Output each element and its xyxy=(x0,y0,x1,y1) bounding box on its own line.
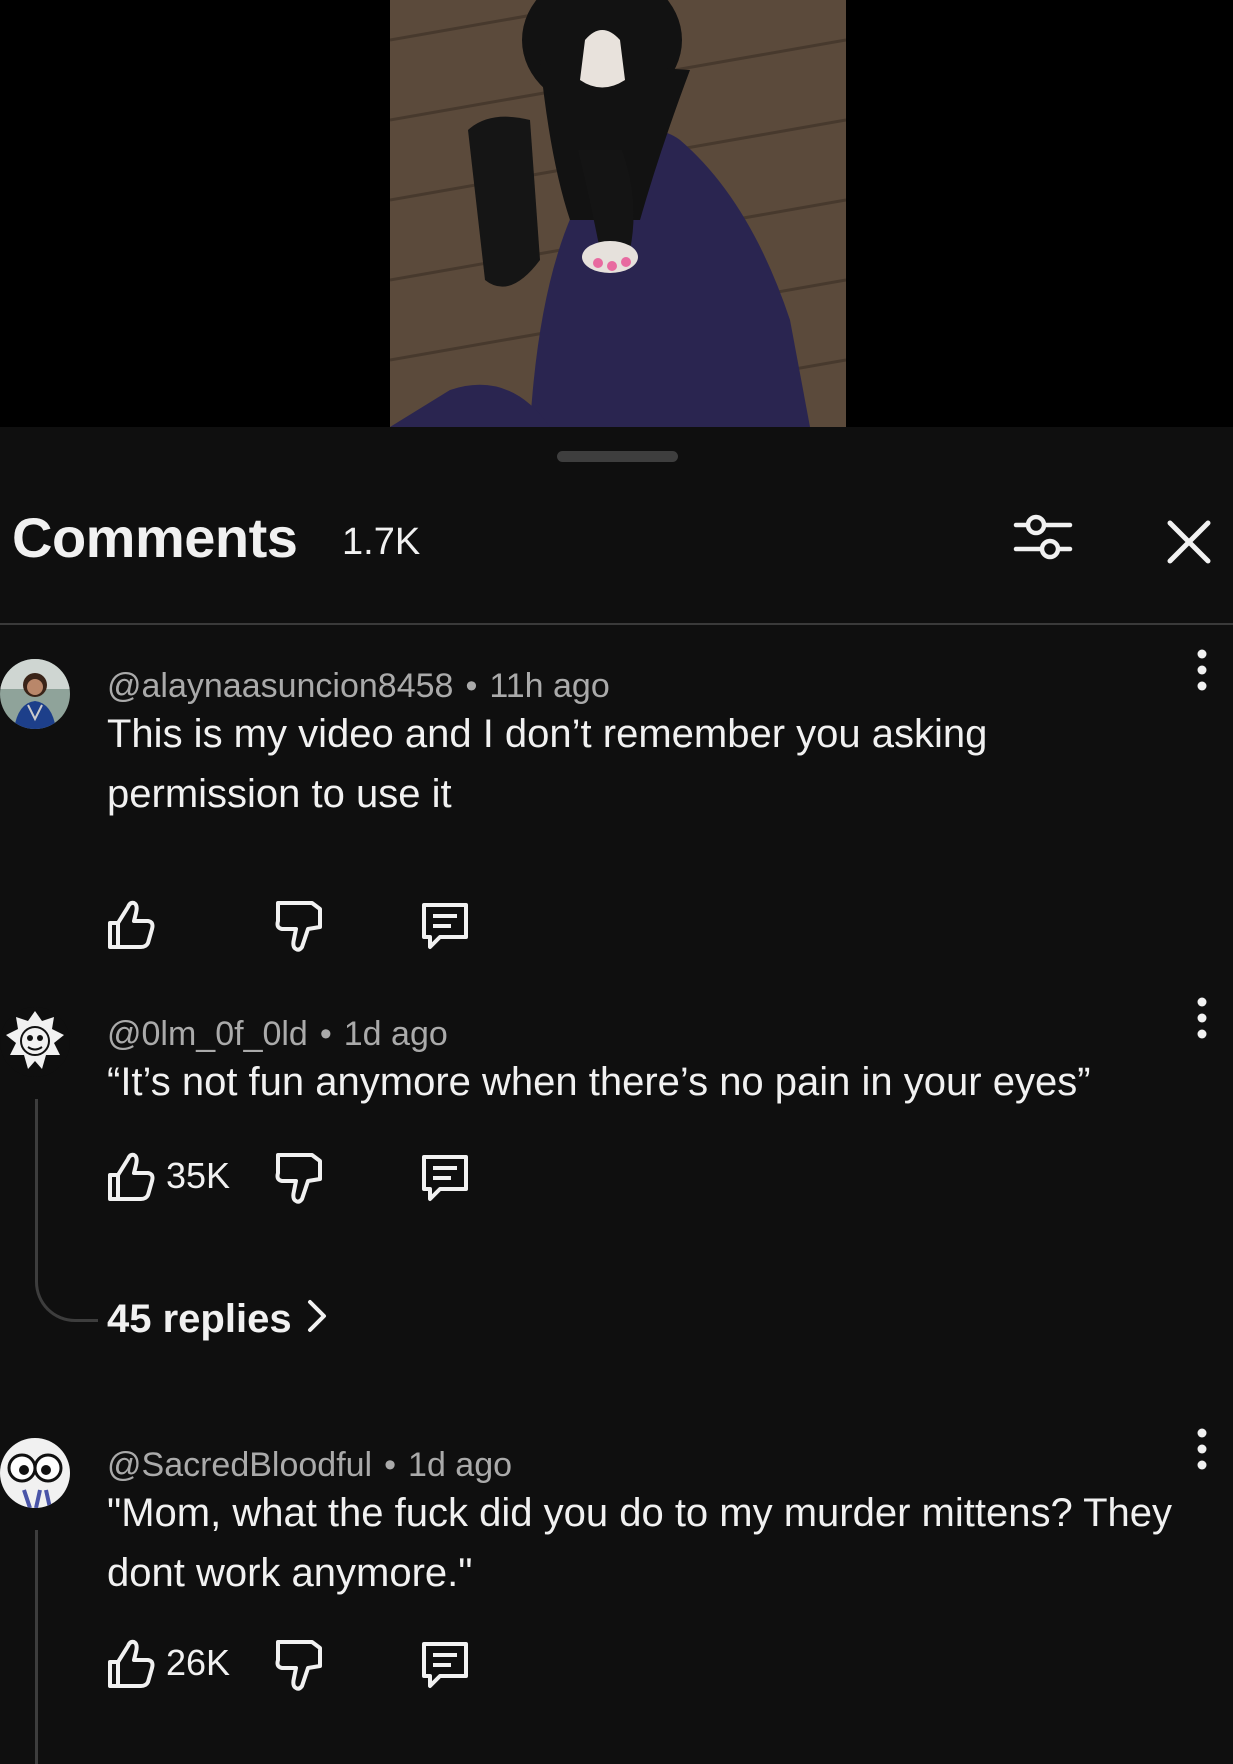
comments-title: Comments xyxy=(12,506,298,569)
replies-label: 45 replies xyxy=(107,1297,292,1341)
video-still-image xyxy=(390,0,846,427)
reply-button[interactable] xyxy=(418,1149,472,1205)
reply-icon xyxy=(418,1149,472,1205)
comment-actions: 26K xyxy=(104,1636,504,1692)
comment-meta: @alaynaasuncion8458 • 11h ago xyxy=(107,667,610,706)
meta-separator: • xyxy=(465,667,478,705)
comment-author[interactable]: @SacredBloodful xyxy=(107,1446,372,1484)
comment-actions xyxy=(104,897,504,953)
reply-button[interactable] xyxy=(418,897,472,953)
meta-separator: • xyxy=(319,1015,332,1053)
comment-text: “It’s not fun anymore when there’s no pa… xyxy=(107,1060,1091,1104)
comment-actions: 35K xyxy=(104,1149,504,1205)
comments-count: 1.7K xyxy=(342,521,421,563)
thumbs-down-icon xyxy=(272,1636,326,1692)
comment-text: This is my video and I don’t remember yo… xyxy=(107,712,988,816)
like-button[interactable]: 26K xyxy=(104,1636,264,1692)
comment-time: 1d ago xyxy=(343,1015,448,1053)
more-vert-icon[interactable] xyxy=(1187,643,1217,697)
reply-button[interactable] xyxy=(418,1636,472,1692)
thumbs-up-icon xyxy=(104,897,158,953)
more-vert-icon[interactable] xyxy=(1187,991,1217,1045)
like-button[interactable] xyxy=(104,897,158,953)
dislike-button[interactable] xyxy=(272,897,326,953)
comment-time: 1d ago xyxy=(408,1446,513,1484)
sliders-icon[interactable] xyxy=(1010,505,1076,571)
dislike-button[interactable] xyxy=(272,1149,326,1205)
avatar[interactable] xyxy=(0,1438,70,1508)
thread-line xyxy=(35,1099,38,1279)
comment-author[interactable]: @0lm_0f_0ld xyxy=(107,1015,308,1053)
dislike-button[interactable] xyxy=(272,1636,326,1692)
video-frame[interactable] xyxy=(390,0,846,427)
avatar[interactable] xyxy=(0,1007,70,1077)
more-vert-icon[interactable] xyxy=(1187,1422,1217,1476)
like-count: 26K xyxy=(166,1642,231,1683)
thumbs-down-icon xyxy=(272,897,326,953)
comment-meta: @0lm_0f_0ld • 1d ago xyxy=(107,1015,448,1054)
like-count: 35K xyxy=(166,1155,231,1196)
meta-separator: • xyxy=(384,1446,397,1484)
video-player[interactable] xyxy=(0,0,1233,427)
avatar[interactable] xyxy=(0,659,70,729)
like-button[interactable]: 35K xyxy=(104,1149,264,1205)
reply-icon xyxy=(418,1636,472,1692)
thumbs-down-icon xyxy=(272,1149,326,1205)
comment-text: "Mom, what the fuck did you do to my mur… xyxy=(107,1491,1173,1595)
thread-line xyxy=(35,1530,38,1764)
chevron-right-icon xyxy=(306,1298,328,1344)
replies-button[interactable]: 45 replies xyxy=(107,1297,328,1344)
header-divider xyxy=(0,623,1233,625)
comment-meta: @SacredBloodful • 1d ago xyxy=(107,1446,512,1485)
comment-time: 11h ago xyxy=(489,667,610,705)
comment-author[interactable]: @alaynaasuncion8458 xyxy=(107,667,453,705)
thread-connector xyxy=(35,1279,98,1322)
comments-sheet: Comments 1.7K @alaynaasuncion8458 • 11h … xyxy=(0,427,1233,1764)
comments-header: Comments 1.7K xyxy=(0,491,1233,587)
drag-handle[interactable] xyxy=(557,451,678,462)
reply-icon xyxy=(418,897,472,953)
close-icon[interactable] xyxy=(1158,511,1220,573)
